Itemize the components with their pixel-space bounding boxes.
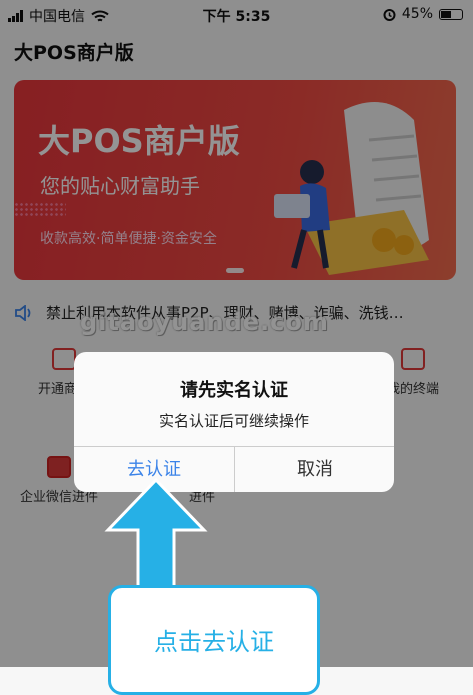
modal-backdrop (0, 0, 473, 667)
dialog-message: 实名认证后可继续操作 (158, 412, 309, 430)
dialog-title: 请先实名认证 (180, 380, 288, 401)
instruction-callout: 点击去认证 (108, 585, 320, 695)
verify-dialog: 请先实名认证 实名认证后可继续操作 去认证 取消 (74, 352, 394, 492)
callout-text: 点击去认证 (154, 628, 274, 656)
cancel-button[interactable]: 取消 (235, 447, 394, 492)
